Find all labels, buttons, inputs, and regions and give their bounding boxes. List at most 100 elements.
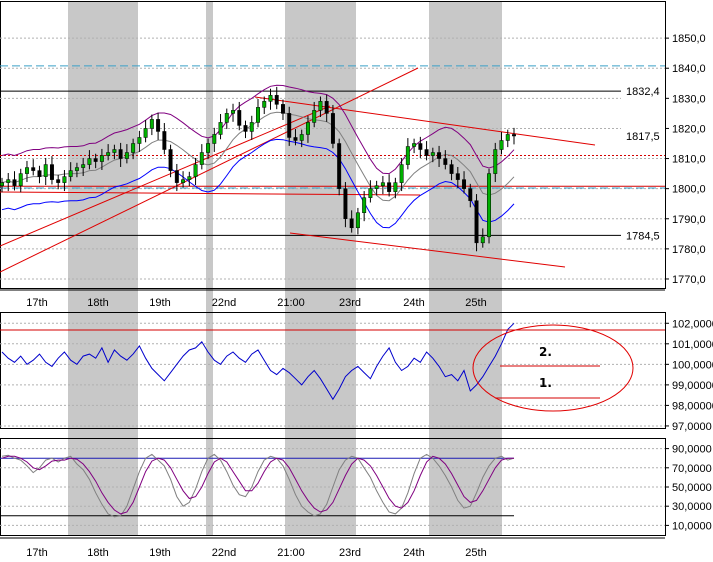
candle-body xyxy=(237,110,242,126)
candle-body xyxy=(368,188,373,198)
session-band xyxy=(285,2,356,536)
candle-body xyxy=(268,95,273,102)
candle-body xyxy=(349,218,354,229)
y-tick-label: 99,00000 xyxy=(672,380,713,392)
candle-body xyxy=(181,179,186,183)
candle-body xyxy=(149,119,154,129)
value-axes: 1850,0 1840,0 1830,0 1820,0 1810,0 1800,0 1790… xyxy=(665,33,713,532)
candle-body xyxy=(299,134,304,141)
candle-body xyxy=(187,176,192,180)
candle-body xyxy=(43,164,48,177)
candle-body xyxy=(193,164,198,177)
candle-body xyxy=(224,113,229,123)
candle-body xyxy=(393,182,398,192)
candle-body xyxy=(330,113,335,144)
price-label: 1784,5 xyxy=(626,230,660,242)
candle-body xyxy=(31,167,36,171)
candle-body xyxy=(256,107,260,123)
y-tick-label: 100,0000 xyxy=(672,359,713,371)
x-tick-label: 17th xyxy=(26,297,47,309)
candle-body xyxy=(199,152,204,165)
x-tick-label: 18th xyxy=(87,547,108,559)
candle-body xyxy=(212,134,217,144)
candle-body xyxy=(424,149,429,156)
session-band xyxy=(68,2,138,536)
y-tick-label: 1820,0 xyxy=(672,123,706,135)
candle-body xyxy=(106,152,111,156)
candle-body xyxy=(156,119,161,132)
candle-body xyxy=(274,95,279,105)
y-tick-label: 90,0000 xyxy=(672,444,712,456)
candle-body xyxy=(499,140,504,150)
price-chart: 2. 1. 17th 18th 19th 22nd 21:00 23rd 24th 25th 1… xyxy=(0,1,713,559)
candle-body xyxy=(293,137,298,141)
candle-body xyxy=(12,179,17,186)
candle-body xyxy=(81,164,86,168)
candle-body xyxy=(374,185,379,189)
candle-body xyxy=(412,143,417,147)
price-labels: 1832,4 1817,5 1784,5 xyxy=(621,83,665,244)
candle-body xyxy=(118,149,123,159)
candle-body xyxy=(487,173,491,238)
candle-body xyxy=(418,143,423,150)
candle-body xyxy=(512,134,516,137)
y-tick-label: 98,00000 xyxy=(672,400,713,412)
candle-body xyxy=(312,110,317,123)
candle-body xyxy=(281,104,285,114)
y-tick-label: 1840,0 xyxy=(672,63,706,75)
candle-body xyxy=(430,152,435,156)
candle-body xyxy=(362,197,367,213)
x-tick-label: 17th xyxy=(26,547,47,559)
x-tick-label: 19th xyxy=(149,547,170,559)
y-tick-label: 10,0000 xyxy=(672,520,712,532)
candle-body xyxy=(455,173,460,180)
candle-body xyxy=(87,158,92,165)
candle-body xyxy=(131,143,136,153)
candle-body xyxy=(231,110,235,114)
x-tick-label: 25th xyxy=(465,297,486,309)
candle-body xyxy=(387,182,392,192)
y-tick-label: 30,0000 xyxy=(672,501,712,513)
candle-body xyxy=(493,149,498,174)
candle-body xyxy=(355,212,360,229)
y-tick-label: 1810,0 xyxy=(672,154,706,166)
session-band xyxy=(429,2,502,536)
y-tick-label: 1800,0 xyxy=(672,184,706,196)
x-tick-label: 23rd xyxy=(339,297,361,309)
y-tick-label: 1780,0 xyxy=(672,244,706,256)
candle-body xyxy=(287,113,292,138)
candle-body xyxy=(405,146,410,165)
candle-body xyxy=(337,143,342,189)
candle-body xyxy=(474,200,479,244)
annotation-label-1: 1. xyxy=(539,376,552,390)
candle-body xyxy=(137,137,142,144)
price-label: 1832,4 xyxy=(626,86,660,98)
x-tick-label: 23rd xyxy=(339,547,361,559)
candle-body xyxy=(218,122,223,135)
y-tick-label: 1770,0 xyxy=(672,274,706,286)
candle-body xyxy=(93,158,98,162)
candle-body xyxy=(249,122,254,132)
annotation-label-2: 2. xyxy=(539,345,552,359)
candle-body xyxy=(462,179,467,189)
x-tick-label: 21:00 xyxy=(277,547,305,559)
candle-body xyxy=(49,164,54,180)
y-tick-label: 102,0000 xyxy=(672,318,713,330)
candle-body xyxy=(399,164,404,183)
y-tick-label: 70,0000 xyxy=(672,463,712,475)
candle-body xyxy=(468,188,473,201)
x-tick-label: 19th xyxy=(149,297,170,309)
y-tick-label: 1830,0 xyxy=(672,93,706,105)
candle-body xyxy=(0,182,4,186)
candle-body xyxy=(206,143,211,153)
x-tick-label: 24th xyxy=(403,297,424,309)
price-label: 1817,5 xyxy=(626,131,660,143)
x-tick-label: 18th xyxy=(87,297,108,309)
y-tick-label: 101,0000 xyxy=(672,339,713,351)
candle-body xyxy=(68,170,73,177)
candle-body xyxy=(262,101,267,108)
candle-body xyxy=(62,176,67,183)
x-tick-label: 25th xyxy=(465,547,486,559)
candle-body xyxy=(437,152,442,159)
candle-body xyxy=(25,167,29,174)
